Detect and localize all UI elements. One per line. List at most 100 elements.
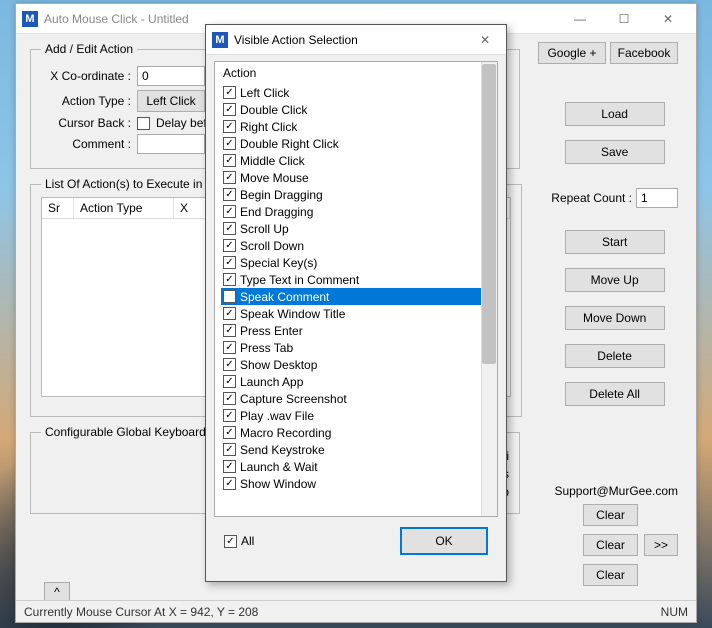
action-checklist[interactable]: Action ✓Left Click✓Double Click✓Right Cl… bbox=[214, 61, 498, 517]
action-label: Speak Window Title bbox=[240, 307, 345, 321]
action-checkbox[interactable]: ✓ bbox=[223, 154, 236, 167]
action-item[interactable]: ✓ Launch App bbox=[221, 373, 493, 390]
action-item[interactable]: ✓ Scroll Down bbox=[221, 237, 493, 254]
x-coord-input[interactable] bbox=[137, 66, 205, 86]
action-checkbox[interactable]: ✓ bbox=[223, 307, 236, 320]
action-item[interactable]: ✓ Press Enter bbox=[221, 322, 493, 339]
col-sr[interactable]: Sr bbox=[42, 198, 74, 218]
status-bar: Currently Mouse Cursor At X = 942, Y = 2… bbox=[16, 600, 696, 622]
start-button[interactable]: Start bbox=[565, 230, 665, 254]
ok-button[interactable]: OK bbox=[400, 527, 488, 555]
action-label: Right Click bbox=[240, 120, 297, 134]
action-item[interactable]: ✓Type Text in Comment bbox=[221, 271, 493, 288]
action-item[interactable]: ✓ Scroll Up bbox=[221, 220, 493, 237]
scrollbar[interactable] bbox=[481, 62, 497, 516]
action-label: Move Mouse bbox=[240, 171, 309, 185]
action-item[interactable]: ✓ Press Tab bbox=[221, 339, 493, 356]
action-checkbox[interactable]: ✓ bbox=[223, 477, 236, 490]
action-checkbox[interactable]: ✓ bbox=[223, 443, 236, 456]
facebook-button[interactable]: Facebook bbox=[610, 42, 678, 64]
visible-action-selection-dialog: M Visible Action Selection ✕ Action ✓Lef… bbox=[205, 24, 507, 582]
action-label: Speak Comment bbox=[240, 290, 329, 304]
action-checkbox[interactable]: ✓ bbox=[223, 137, 236, 150]
action-type-dropdown[interactable]: Left Click bbox=[137, 90, 205, 112]
action-label: Double Right Click bbox=[240, 137, 339, 151]
comment-input[interactable] bbox=[137, 134, 205, 154]
action-column-header: Action bbox=[221, 64, 493, 84]
action-checkbox[interactable]: ✓ bbox=[223, 324, 236, 337]
action-item[interactable]: ✓ Right Click bbox=[221, 118, 493, 135]
action-checkbox[interactable]: ✓ bbox=[223, 171, 236, 184]
action-checkbox[interactable]: ✓ bbox=[223, 239, 236, 252]
action-checkbox[interactable]: ✓ bbox=[223, 86, 236, 99]
action-label: Left Click bbox=[240, 86, 289, 100]
action-item[interactable]: ✓Double Click bbox=[221, 101, 493, 118]
scrollbar-thumb[interactable] bbox=[482, 64, 496, 364]
support-link[interactable]: Support@MurGee.com bbox=[554, 484, 678, 498]
action-checkbox[interactable]: ✓ bbox=[223, 392, 236, 405]
action-label: Middle Click bbox=[240, 154, 305, 168]
action-checkbox[interactable]: ✓ bbox=[223, 409, 236, 422]
more-button[interactable]: >> bbox=[644, 534, 678, 556]
action-label: Special Key(s) bbox=[240, 256, 317, 270]
action-checkbox[interactable]: ✓ bbox=[223, 375, 236, 388]
col-action-type[interactable]: Action Type bbox=[74, 198, 174, 218]
clear-button-3[interactable]: Clear bbox=[583, 564, 638, 586]
action-item[interactable]: ✓ Speak Window Title bbox=[221, 305, 493, 322]
move-up-button[interactable]: Move Up bbox=[565, 268, 665, 292]
clear-button-2[interactable]: Clear bbox=[583, 534, 638, 556]
action-checkbox[interactable]: ✓ bbox=[223, 188, 236, 201]
action-checkbox[interactable]: ✓ bbox=[223, 256, 236, 269]
move-down-button[interactable]: Move Down bbox=[565, 306, 665, 330]
action-item[interactable]: ✓End Dragging bbox=[221, 203, 493, 220]
action-checkbox[interactable]: ✓ bbox=[223, 341, 236, 354]
action-checkbox[interactable]: ✓ bbox=[223, 273, 236, 286]
action-label: Press Tab bbox=[240, 341, 293, 355]
google-plus-button[interactable]: Google + bbox=[538, 42, 606, 64]
action-item[interactable]: ✓ Speak Comment bbox=[221, 288, 493, 305]
action-item[interactable]: ✓Show Desktop bbox=[221, 356, 493, 373]
action-item[interactable]: ✓ Left Click bbox=[221, 84, 493, 101]
action-item[interactable]: ✓Send Keystroke bbox=[221, 441, 493, 458]
action-checkbox[interactable]: ✓ bbox=[223, 120, 236, 133]
action-item[interactable]: ✓ Move Mouse bbox=[221, 169, 493, 186]
cursor-back-checkbox[interactable] bbox=[137, 117, 150, 130]
close-button[interactable]: ✕ bbox=[646, 5, 690, 33]
action-checkbox[interactable]: ✓ bbox=[223, 103, 236, 116]
action-label: Launch App bbox=[240, 375, 303, 389]
load-button[interactable]: Load bbox=[565, 102, 665, 126]
action-label: Press Enter bbox=[240, 324, 303, 338]
status-text: Currently Mouse Cursor At X = 942, Y = 2… bbox=[24, 605, 258, 619]
action-item[interactable]: ✓Macro Recording bbox=[221, 424, 493, 441]
delete-all-button[interactable]: Delete All bbox=[565, 382, 665, 406]
action-label: Scroll Down bbox=[240, 239, 304, 253]
action-item[interactable]: ✓Launch & Wait bbox=[221, 458, 493, 475]
action-checkbox[interactable]: ✓ bbox=[223, 426, 236, 439]
action-item[interactable]: ✓Show Window bbox=[221, 475, 493, 492]
dialog-close-button[interactable]: ✕ bbox=[470, 26, 500, 54]
action-label: Play .wav File bbox=[240, 409, 314, 423]
delay-label: Delay bef bbox=[156, 116, 207, 130]
action-checkbox[interactable]: ✓ bbox=[223, 358, 236, 371]
action-item[interactable]: ✓ Middle Click bbox=[221, 152, 493, 169]
action-item[interactable]: ✓ Special Key(s) bbox=[221, 254, 493, 271]
action-checkbox[interactable]: ✓ bbox=[223, 222, 236, 235]
repeat-count-input[interactable] bbox=[636, 188, 678, 208]
action-item[interactable]: ✓Begin Dragging bbox=[221, 186, 493, 203]
collapse-button[interactable]: ^ bbox=[44, 582, 70, 602]
all-checkbox[interactable]: ✓ bbox=[224, 535, 237, 548]
clear-button-1[interactable]: Clear bbox=[583, 504, 638, 526]
delete-button[interactable]: Delete bbox=[565, 344, 665, 368]
action-item[interactable]: ✓ Play .wav File bbox=[221, 407, 493, 424]
action-checkbox[interactable]: ✓ bbox=[223, 460, 236, 473]
maximize-button[interactable]: ☐ bbox=[602, 5, 646, 33]
app-icon: M bbox=[22, 11, 38, 27]
save-button[interactable]: Save bbox=[565, 140, 665, 164]
action-item[interactable]: ✓Capture Screenshot bbox=[221, 390, 493, 407]
action-item[interactable]: ✓ Double Right Click bbox=[221, 135, 493, 152]
minimize-button[interactable]: — bbox=[558, 5, 602, 33]
numlock-indicator: NUM bbox=[661, 605, 688, 619]
action-label: Scroll Up bbox=[240, 222, 289, 236]
action-checkbox[interactable]: ✓ bbox=[223, 290, 236, 303]
action-checkbox[interactable]: ✓ bbox=[223, 205, 236, 218]
